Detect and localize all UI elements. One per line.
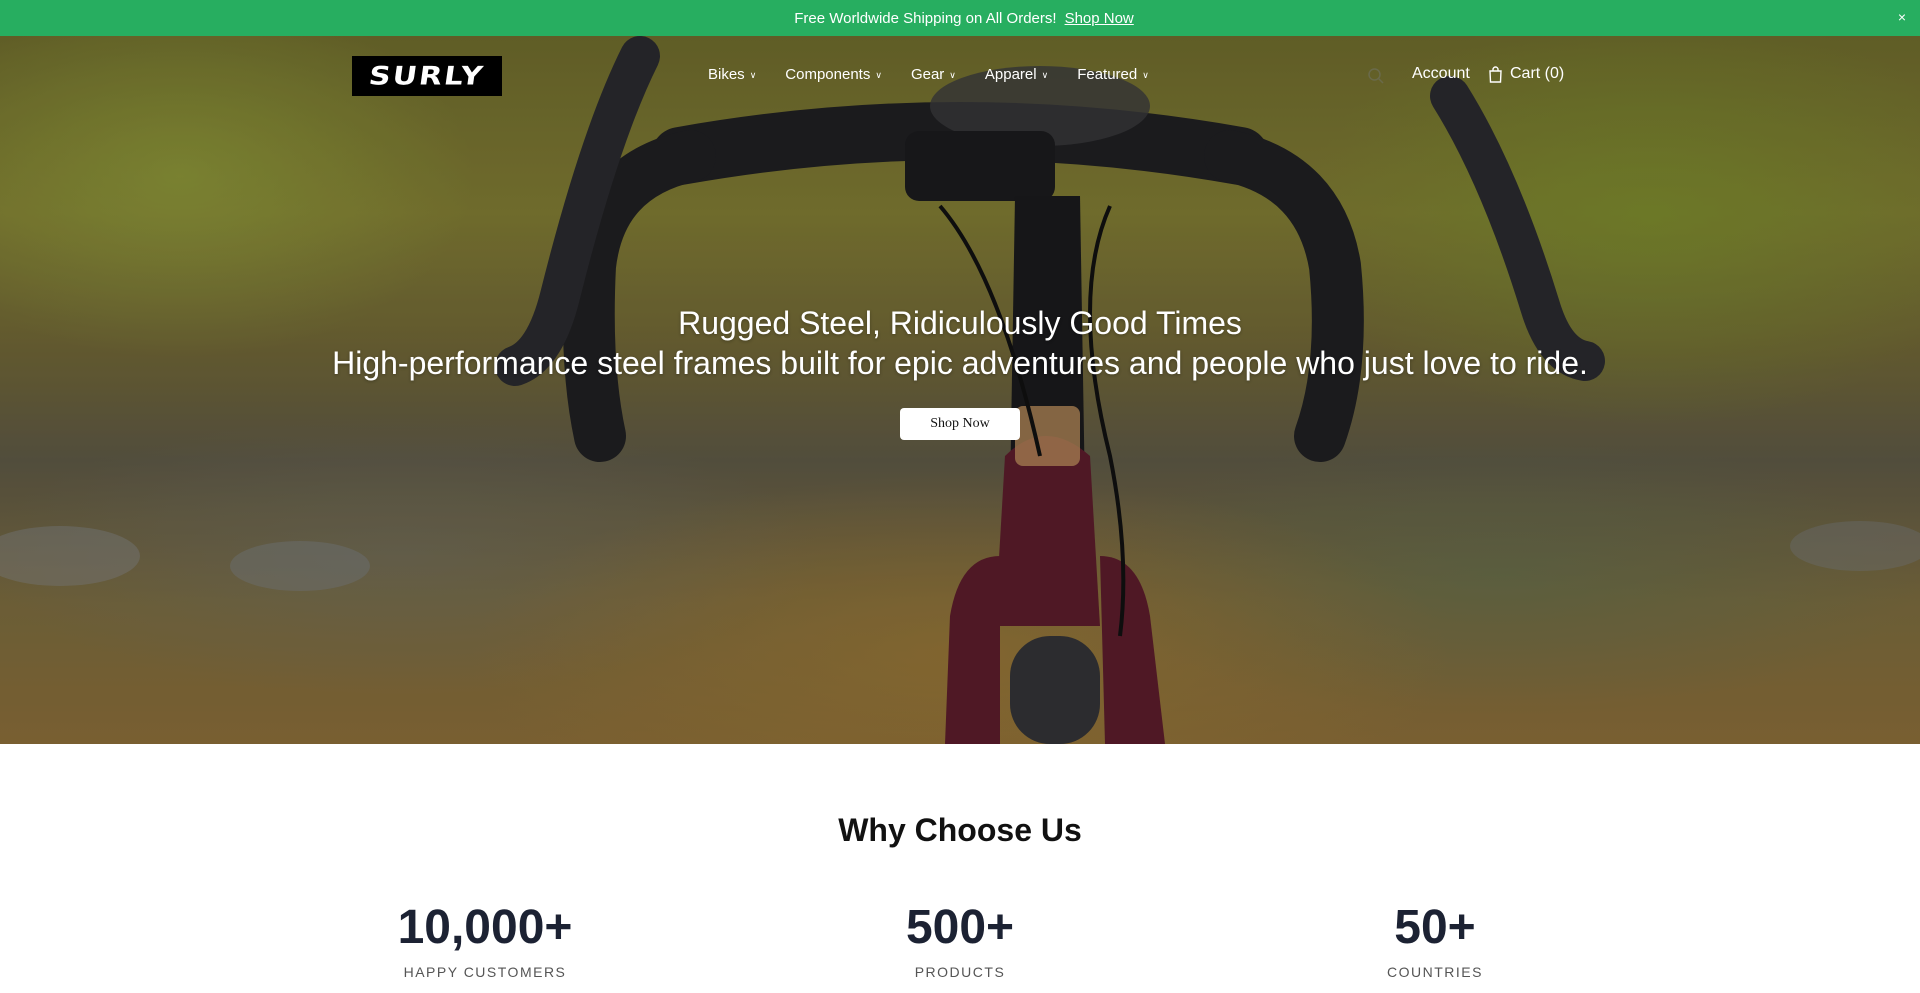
chevron-down-icon: ∨ — [875, 70, 882, 80]
logo-text: SURLY — [367, 61, 487, 91]
hero-shop-now-button[interactable]: Shop Now — [900, 408, 1020, 440]
chevron-down-icon: ∨ — [949, 70, 956, 80]
stat-happy-customers: 10,000+ HAPPY CUSTOMERS — [335, 900, 635, 980]
nav-label: Apparel — [984, 66, 1037, 83]
announcement-shop-link[interactable]: Shop Now — [1065, 10, 1134, 27]
why-choose-us-heading: Why Choose Us — [838, 812, 1082, 848]
nav-item-bikes[interactable]: Bikes ∨ — [708, 66, 756, 83]
stat-value: 500+ — [905, 901, 1015, 954]
stat-products: 500+ PRODUCTS — [810, 900, 1110, 980]
search-icon[interactable] — [1367, 67, 1385, 85]
shopping-bag-icon — [1489, 65, 1502, 83]
nav-item-featured[interactable]: Featured ∨ — [1077, 66, 1149, 83]
hero-text: Rugged Steel, Ridiculously Good Times Hi… — [0, 303, 1920, 383]
surly-logo[interactable]: SURLY — [352, 56, 502, 96]
stat-label: HAPPY CUSTOMERS — [403, 964, 567, 980]
nav-item-gear[interactable]: Gear ∨ — [911, 66, 956, 83]
hero-banner — [0, 36, 1920, 744]
announcement-bar: Free Worldwide Shipping on All Orders! S… — [0, 0, 1920, 36]
stat-label: PRODUCTS — [914, 964, 1006, 980]
hero-title: Rugged Steel, Ridiculously Good Times — [678, 305, 1242, 341]
nav-label: Gear — [910, 66, 945, 83]
main-nav: Bikes ∨ Components ∨ Gear ∨ Apparel ∨ Fe… — [708, 66, 1178, 83]
nav-label: Featured — [1077, 66, 1138, 83]
nav-label: Bikes — [708, 66, 745, 83]
hero-subtitle: High-performance steel frames built for … — [332, 345, 1588, 381]
close-icon[interactable]: × — [1898, 9, 1906, 25]
cart-link[interactable]: Cart (0) — [1488, 65, 1564, 83]
stat-countries: 50+ COUNTRIES — [1285, 900, 1585, 980]
account-link[interactable]: Account — [1412, 65, 1470, 83]
stat-label: COUNTRIES — [1387, 964, 1483, 980]
nav-label: Components — [785, 66, 871, 83]
stat-value: 50+ — [1394, 901, 1476, 954]
cart-label: Cart (0) — [1510, 65, 1565, 82]
stat-value: 10,000+ — [397, 901, 573, 954]
nav-item-apparel[interactable]: Apparel ∨ — [985, 66, 1048, 83]
nav-item-components[interactable]: Components ∨ — [785, 66, 882, 83]
chevron-down-icon: ∨ — [1041, 70, 1049, 80]
announcement-text: Free Worldwide Shipping on All Orders! — [794, 9, 1057, 27]
chevron-down-icon: ∨ — [1142, 70, 1149, 80]
chevron-down-icon: ∨ — [749, 70, 757, 80]
